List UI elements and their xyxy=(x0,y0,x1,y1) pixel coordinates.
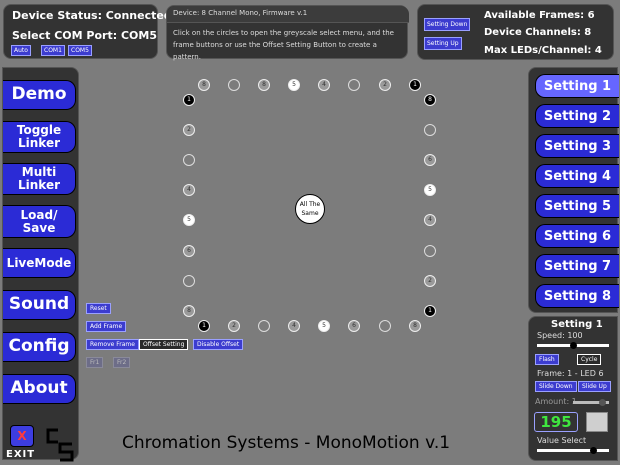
setting-4-button[interactable]: Setting 4 xyxy=(535,164,619,188)
nav-about[interactable]: About xyxy=(3,374,76,404)
remove-frame-button[interactable]: Remove Frame xyxy=(86,339,139,350)
led-right-6[interactable] xyxy=(424,245,436,257)
app-title: Chromation Systems - MonoMotion v.1 xyxy=(122,433,451,453)
led-top-7[interactable]: 2 xyxy=(379,79,391,91)
led-right-3[interactable]: 6 xyxy=(424,154,436,166)
speed-label: Speed: 100 xyxy=(537,331,583,340)
device-stats-panel: Setting Down Setting Up Available Frames… xyxy=(417,4,614,60)
offset-setting-button[interactable]: Offset Setting xyxy=(139,339,189,350)
nav-config[interactable]: Config xyxy=(3,332,76,362)
device-info-title: Device: 8 Channel Mono, Firmware v.1 xyxy=(167,6,409,23)
frame1-button[interactable]: Fr1 xyxy=(86,357,104,368)
led-left-1[interactable]: 1 xyxy=(183,94,195,106)
setting-5-button[interactable]: Setting 5 xyxy=(535,194,619,218)
amount-label: Amount: 1 xyxy=(535,397,577,406)
led-top-2[interactable] xyxy=(228,79,240,91)
all-the-same-button[interactable]: All The Same xyxy=(295,194,325,224)
nav-demo[interactable]: Demo xyxy=(3,80,76,110)
com1-button[interactable]: COM1 xyxy=(41,45,65,56)
main-nav: Demo Toggle Linker Multi Linker Load/ Sa… xyxy=(2,67,79,460)
led-top-4[interactable]: 5 xyxy=(288,79,300,91)
led-left-2[interactable]: 2 xyxy=(183,124,195,136)
led-left-7[interactable] xyxy=(183,275,195,287)
frame2-button[interactable]: Fr2 xyxy=(113,357,131,368)
cycle-button[interactable]: Cycle xyxy=(577,354,602,365)
led-left-6[interactable]: 6 xyxy=(183,245,195,257)
led-bottom-5[interactable]: 5 xyxy=(318,320,330,332)
led-bottom-3[interactable] xyxy=(258,320,270,332)
setting-2-button[interactable]: Setting 2 xyxy=(535,104,619,128)
cs-logo-icon xyxy=(46,428,74,462)
setting-detail-title: Setting 1 xyxy=(551,319,603,330)
led-right-8[interactable]: 1 xyxy=(424,305,436,317)
setting-detail-panel: Setting 1 Speed: 100 Flash Cycle Frame: … xyxy=(528,316,618,461)
led-top-6[interactable] xyxy=(348,79,360,91)
speed-slider-thumb[interactable] xyxy=(570,342,577,349)
nav-multi-linker[interactable]: Multi Linker xyxy=(3,163,76,195)
available-frames-label: Available Frames: 6 xyxy=(484,10,595,21)
value-select-label: Value Select xyxy=(537,436,587,445)
settings-list: Setting 1 Setting 2 Setting 3 Setting 4 … xyxy=(528,67,619,313)
value-slider[interactable] xyxy=(537,449,609,452)
led-top-5[interactable]: 4 xyxy=(318,79,330,91)
setting-down-button[interactable]: Setting Down xyxy=(424,18,471,31)
exit-button[interactable]: EXIT xyxy=(6,449,35,460)
device-status-panel: Device Status: Connected Select COM Port… xyxy=(3,4,172,59)
value-display: 195 xyxy=(534,412,578,432)
setting-1-button[interactable]: Setting 1 xyxy=(535,74,619,98)
com-port-label: Select COM Port: COM5 xyxy=(12,29,157,42)
com5-button[interactable]: COM5 xyxy=(68,45,92,56)
setting-8-button[interactable]: Setting 8 xyxy=(535,284,619,308)
led-right-4[interactable]: 5 xyxy=(424,184,436,196)
nav-load-save[interactable]: Load/ Save xyxy=(3,205,76,238)
reset-button[interactable]: Reset xyxy=(86,303,111,314)
value-slider-thumb[interactable] xyxy=(590,447,598,454)
led-bottom-7[interactable] xyxy=(379,320,391,332)
led-right-2[interactable] xyxy=(424,124,436,136)
setting-up-button[interactable]: Setting Up xyxy=(424,37,462,50)
setting-3-button[interactable]: Setting 3 xyxy=(535,134,619,158)
led-right-1[interactable]: 8 xyxy=(424,94,436,106)
disable-offset-button[interactable]: Disable Offset xyxy=(193,339,244,350)
nav-toggle-linker[interactable]: Toggle Linker xyxy=(3,121,76,153)
value-color-swatch xyxy=(586,412,608,432)
device-status-label: Device Status: Connected xyxy=(12,9,172,22)
slide-down-button[interactable]: Slide Down xyxy=(535,381,577,392)
led-right-5[interactable]: 4 xyxy=(424,214,436,226)
frame-led-label: Frame: 1 - LED 6 xyxy=(537,369,604,378)
led-bottom-2[interactable]: 2 xyxy=(228,320,240,332)
led-bottom-4[interactable]: 4 xyxy=(288,320,300,332)
setting-7-button[interactable]: Setting 7 xyxy=(535,254,619,278)
nav-livemode[interactable]: LiveMode xyxy=(3,248,76,278)
add-frame-button[interactable]: Add Frame xyxy=(86,321,127,332)
led-top-8[interactable]: 1 xyxy=(409,79,421,91)
led-bottom-1[interactable]: 1 xyxy=(198,320,210,332)
led-bottom-8[interactable]: 8 xyxy=(409,320,421,332)
max-leds-label: Max LEDs/Channel: 4 xyxy=(484,45,602,56)
led-left-4[interactable]: 4 xyxy=(183,184,195,196)
device-channels-label: Device Channels: 8 xyxy=(484,27,592,38)
flash-button[interactable]: Flash xyxy=(535,354,559,365)
nav-sound[interactable]: Sound xyxy=(3,290,76,320)
amount-slider-thumb[interactable] xyxy=(598,399,606,406)
led-left-8[interactable]: 8 xyxy=(183,305,195,317)
device-info-panel: Device: 8 Channel Mono, Firmware v.1 Cli… xyxy=(166,5,409,61)
instructions-text: Click on the circles to open the greysca… xyxy=(173,29,394,61)
com-auto-button[interactable]: Auto xyxy=(11,45,31,56)
led-top-3[interactable]: 8 xyxy=(258,79,270,91)
led-left-3[interactable] xyxy=(183,154,195,166)
led-top-1[interactable]: 8 xyxy=(198,79,210,91)
led-bottom-6[interactable]: 6 xyxy=(348,320,360,332)
led-left-5[interactable]: 5 xyxy=(183,214,195,226)
led-right-7[interactable]: 2 xyxy=(424,275,436,287)
setting-6-button[interactable]: Setting 6 xyxy=(535,224,619,248)
slide-up-button[interactable]: Slide Up xyxy=(578,381,611,392)
x-logo-icon[interactable]: X xyxy=(10,425,34,447)
